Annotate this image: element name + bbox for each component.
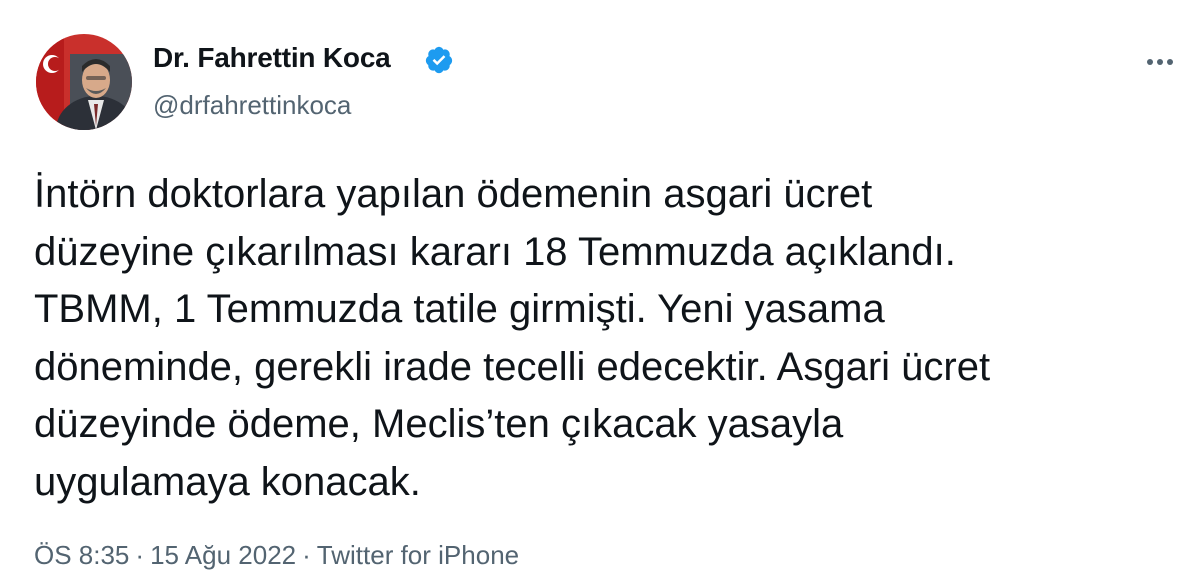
more-horizontal-icon[interactable]: [1140, 40, 1180, 80]
tweet-meta: ÖS 8:35 · 15 Ağu 2022 · Twitter for iPhone: [34, 540, 519, 571]
author-handle[interactable]: @drfahrettinkoca: [153, 90, 351, 121]
tweet-date[interactable]: 15 Ağu 2022: [150, 540, 296, 570]
profile-photo: [36, 34, 132, 130]
tweet-line: uygulamaya konacak.: [34, 459, 421, 504]
verified-badge-icon: [425, 46, 453, 74]
author-display-name[interactable]: Dr. Fahrettin Koca: [153, 42, 391, 74]
tweet-time[interactable]: ÖS 8:35: [34, 540, 129, 570]
tweet-line: düzeyinde ödeme, Meclis’ten çıkacak yasa…: [34, 402, 844, 446]
avatar[interactable]: [36, 34, 132, 130]
tweet-line: TBMM, 1 Temmuzda tatile girmişti. Yeni y…: [34, 287, 885, 331]
tweet-line: döneminde, gerekli irade tecelli edecekt…: [34, 344, 991, 389]
tweet-line: düzeyine çıkarılması kararı 18 Temmuzda …: [34, 229, 956, 274]
meta-separator: ·: [302, 540, 311, 570]
tweet-card: Dr. Fahrettin Koca @drfahrettinkoca İntö…: [0, 0, 1200, 584]
tweet-source[interactable]: Twitter for iPhone: [317, 540, 519, 570]
tweet-line: İntörn doktorlara yapılan ödemenin asgar…: [34, 172, 873, 216]
tweet-text: İntörn doktorlara yapılan ödemenin asgar…: [34, 166, 1174, 511]
meta-separator: ·: [135, 540, 145, 570]
